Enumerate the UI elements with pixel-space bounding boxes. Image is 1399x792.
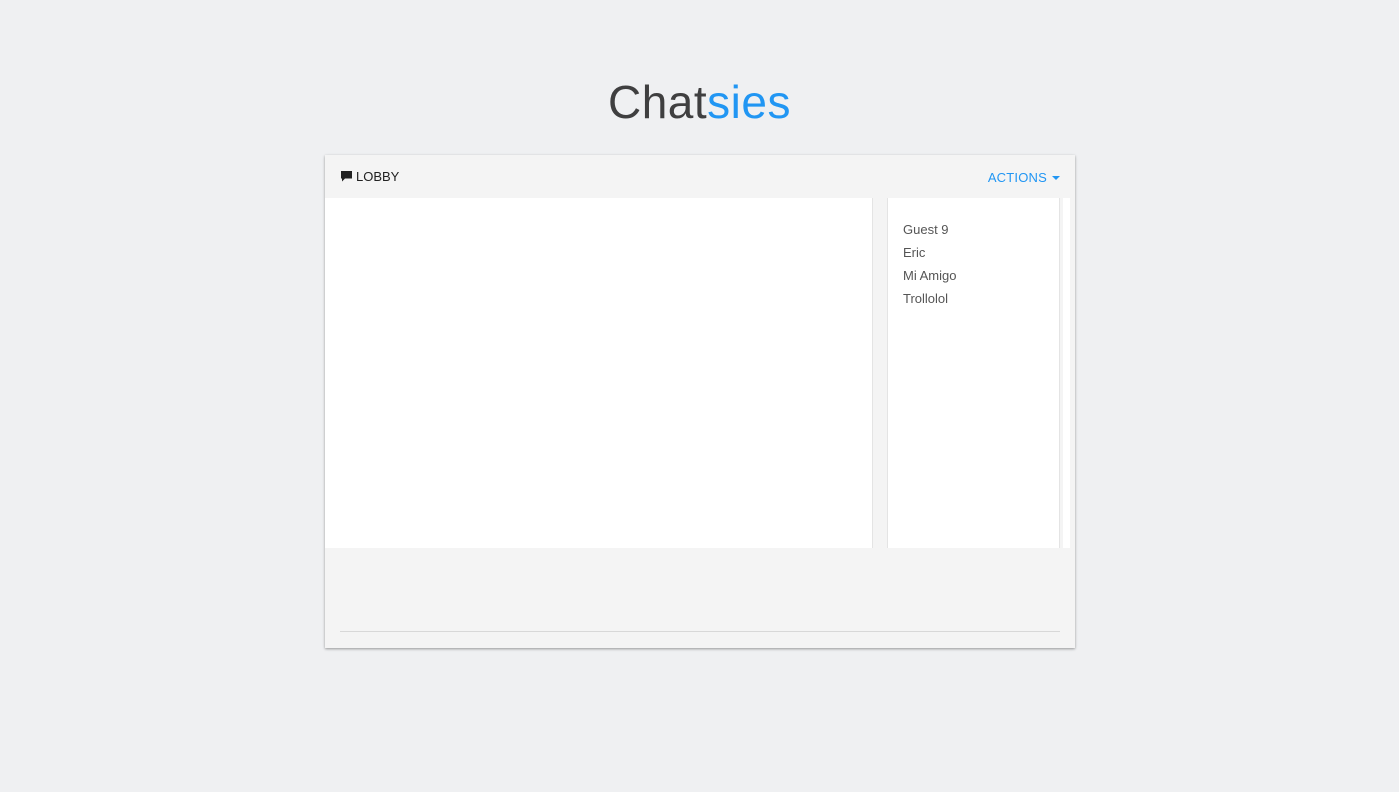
- message-input[interactable]: [340, 548, 1060, 632]
- room-title-label: LOBBY: [356, 169, 400, 184]
- user-list-item[interactable]: Eric: [903, 241, 1059, 264]
- chat-header: LOBBY ACTIONS: [325, 155, 1075, 198]
- message-composer: [340, 548, 1060, 633]
- room-title: LOBBY: [340, 169, 399, 184]
- user-list: Guest 9 Eric Mi Amigo Trollolol: [887, 198, 1060, 548]
- actions-label: ACTIONS: [987, 170, 1047, 185]
- chat-card: LOBBY ACTIONS Guest 9 Eric Mi Amigo Trollol…: [325, 155, 1075, 648]
- app-logo: Chatsies: [0, 72, 1399, 132]
- logo-text-accent: sies: [707, 76, 791, 128]
- logo-text-main: Chat: [608, 76, 708, 128]
- user-list-item[interactable]: Trollolol: [903, 287, 1059, 310]
- caret-down-icon: [1052, 175, 1060, 180]
- chat-bubble-icon: [340, 170, 353, 183]
- user-list-item[interactable]: Mi Amigo: [903, 264, 1059, 287]
- actions-dropdown[interactable]: ACTIONS: [988, 170, 1060, 185]
- message-area[interactable]: [325, 198, 873, 548]
- scrollbar[interactable]: [1063, 198, 1070, 548]
- user-list-item[interactable]: Guest 9: [903, 218, 1059, 241]
- user-list-items: Guest 9 Eric Mi Amigo Trollolol: [888, 198, 1059, 310]
